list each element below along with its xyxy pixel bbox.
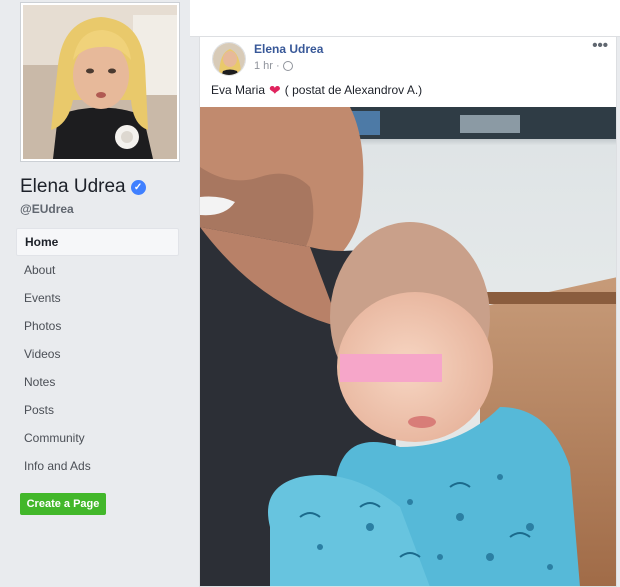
post-photo-image xyxy=(200,107,616,586)
nav-item-photos[interactable]: Photos xyxy=(16,312,179,340)
post-meta: 1 hr · xyxy=(254,60,293,72)
nav-item-community[interactable]: Community xyxy=(16,424,179,452)
post-author-avatar[interactable] xyxy=(212,42,246,76)
page-name-text[interactable]: Elena Udrea xyxy=(20,176,126,198)
heart-icon: ❤ xyxy=(269,82,281,98)
post-text-credit: ( postat de Alexandrov A.) xyxy=(284,83,423,97)
post-text-main: Eva Maria xyxy=(211,83,266,97)
more-options-icon[interactable]: ••• xyxy=(592,37,608,54)
nav-item-events[interactable]: Events xyxy=(16,284,179,312)
post-card: Elena Udrea 1 hr · ••• Eva Maria ❤ ( pos… xyxy=(199,37,617,587)
globe-icon[interactable] xyxy=(282,61,293,71)
nav-item-about[interactable]: About xyxy=(16,256,179,284)
profile-photo[interactable] xyxy=(20,2,180,162)
page-handle[interactable]: @EUdrea xyxy=(20,202,74,216)
nav-item-posts[interactable]: Posts xyxy=(16,396,179,424)
nav-item-notes[interactable]: Notes xyxy=(16,368,179,396)
blur-bar xyxy=(340,354,442,382)
post-text: Eva Maria ❤ ( postat de Alexandrov A.) xyxy=(211,83,422,97)
top-header-area xyxy=(190,0,620,37)
post-time[interactable]: 1 hr xyxy=(254,60,273,72)
nav-item-home[interactable]: Home xyxy=(16,228,179,256)
page-name[interactable]: Elena Udrea ✓ xyxy=(20,176,146,198)
page-nav: Home About Events Photos Videos Notes Po… xyxy=(16,228,179,480)
verified-badge-icon: ✓ xyxy=(130,179,146,195)
meta-separator: · xyxy=(275,60,280,72)
post-author-name[interactable]: Elena Udrea xyxy=(254,42,323,56)
create-page-button[interactable]: Create a Page xyxy=(20,493,106,515)
left-column: Elena Udrea ✓ @EUdrea Home About Events … xyxy=(0,0,190,587)
profile-photo-image xyxy=(23,5,177,159)
nav-item-videos[interactable]: Videos xyxy=(16,340,179,368)
nav-item-info-and-ads[interactable]: Info and Ads xyxy=(16,452,179,480)
post-photo[interactable] xyxy=(200,107,616,586)
